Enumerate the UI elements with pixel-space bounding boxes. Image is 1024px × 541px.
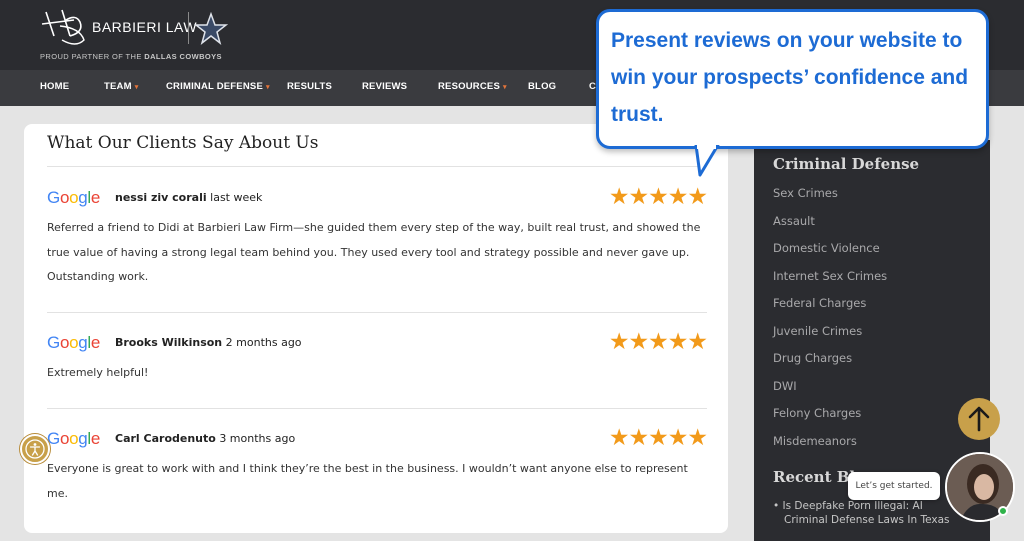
google-logo-icon: Google bbox=[47, 333, 100, 353]
star-rating-icon: ★★★★★ bbox=[608, 329, 708, 355]
nav-resources-label: RESOURCES bbox=[438, 81, 500, 92]
online-status-icon bbox=[998, 506, 1008, 516]
reviews-title: What Our Clients Say About Us bbox=[47, 133, 319, 153]
divider bbox=[47, 166, 707, 167]
recent-post-link-continued[interactable]: Criminal Defense Laws In Texas bbox=[784, 513, 949, 527]
google-letter: o bbox=[59, 188, 70, 207]
reviewer-meta: nessi ziv corali last week bbox=[115, 191, 262, 204]
chevron-down-icon: ▾ bbox=[134, 84, 139, 91]
divider bbox=[47, 408, 707, 409]
google-letter: e bbox=[90, 188, 101, 207]
sidebar-item-federal-charges[interactable]: Federal Charges bbox=[773, 296, 866, 310]
reviews-card: What Our Clients Say About Us Google nes… bbox=[24, 124, 728, 533]
accessibility-button[interactable] bbox=[20, 434, 50, 464]
arrow-up-icon bbox=[968, 406, 990, 432]
google-logo-icon: Google bbox=[47, 429, 100, 449]
google-letter: o bbox=[69, 333, 79, 352]
callout-box: Present reviews on your website to win y… bbox=[596, 9, 989, 149]
cowboys-star-icon bbox=[194, 12, 228, 45]
nav-home[interactable]: HOME bbox=[40, 81, 69, 92]
review-time: 3 months ago bbox=[219, 432, 296, 445]
recent-post-link[interactable]: • Is Deepfake Porn Illegal: AI bbox=[773, 499, 923, 513]
sidebar-item-internet-sex-crimes[interactable]: Internet Sex Crimes bbox=[773, 269, 887, 283]
monogram-logo-icon bbox=[41, 9, 85, 45]
partner-text-strong: DALLAS COWBOYS bbox=[144, 52, 222, 61]
reviewer-meta: Carl Carodenuto 3 months ago bbox=[115, 432, 295, 445]
partner-text-prefix: PROUD PARTNER OF THE bbox=[40, 52, 145, 61]
sidebar-item-drug-charges[interactable]: Drug Charges bbox=[773, 351, 852, 365]
nav-criminal-defense[interactable]: CRIMINAL DEFENSE ▾ bbox=[166, 81, 270, 92]
nav-criminal-defense-label: CRIMINAL DEFENSE bbox=[166, 81, 263, 92]
star-rating-icon: ★★★★★ bbox=[608, 184, 708, 210]
google-letter: e bbox=[90, 429, 101, 448]
reviewer-name: Brooks Wilkinson bbox=[115, 336, 223, 349]
nav-contact[interactable]: C bbox=[589, 81, 596, 92]
review-time: 2 months ago bbox=[225, 336, 302, 349]
nav-blog[interactable]: BLOG bbox=[528, 81, 556, 92]
sidebar-item-dwi[interactable]: DWI bbox=[773, 379, 797, 393]
star-rating-icon: ★★★★★ bbox=[608, 425, 708, 451]
brand-name: BARBIERI LAW bbox=[92, 19, 198, 35]
sidebar-item-juvenile-crimes[interactable]: Juvenile Crimes bbox=[773, 324, 862, 338]
review-time: last week bbox=[210, 191, 263, 204]
brand-logo[interactable]: BARBIERI LAW PROUD PARTNER OF THE DALLAS… bbox=[40, 6, 240, 64]
divider bbox=[47, 312, 707, 313]
sidebar-item-assault[interactable]: Assault bbox=[773, 214, 815, 228]
callout-text: Present reviews on your website to win y… bbox=[611, 29, 969, 126]
reviewer-name: nessi ziv corali bbox=[115, 191, 207, 204]
nav-team[interactable]: TEAM ▾ bbox=[104, 81, 138, 92]
sidebar-item-felony-charges[interactable]: Felony Charges bbox=[773, 406, 861, 420]
google-letter: o bbox=[59, 333, 70, 352]
sidebar-item-sex-crimes[interactable]: Sex Crimes bbox=[773, 186, 838, 200]
sidebar-heading: Criminal Defense bbox=[773, 155, 920, 173]
google-logo-icon: Google bbox=[47, 188, 100, 208]
google-letter: o bbox=[59, 429, 70, 448]
sidebar-item-misdemeanors[interactable]: Misdemeanors bbox=[773, 434, 857, 448]
google-letter: G bbox=[47, 333, 60, 352]
logo-divider bbox=[188, 12, 189, 44]
review-text: Extremely helpful! bbox=[47, 366, 149, 379]
accessibility-icon bbox=[25, 439, 45, 459]
nav-team-label: TEAM bbox=[104, 81, 132, 92]
review-text: Everyone is great to work with and I thi… bbox=[47, 462, 688, 500]
nav-results[interactable]: RESULTS bbox=[287, 81, 332, 92]
nav-resources[interactable]: RESOURCES ▾ bbox=[438, 81, 507, 92]
chevron-down-icon: ▾ bbox=[265, 84, 270, 91]
chevron-down-icon: ▾ bbox=[502, 84, 507, 91]
nav-reviews[interactable]: REVIEWS bbox=[362, 81, 407, 92]
google-letter: e bbox=[90, 333, 101, 352]
google-letter: o bbox=[69, 188, 79, 207]
google-letter: o bbox=[69, 429, 79, 448]
reviewer-meta: Brooks Wilkinson 2 months ago bbox=[115, 336, 302, 349]
reviewer-name: Carl Carodenuto bbox=[115, 432, 216, 445]
review-text: Referred a friend to Didi at Barbieri La… bbox=[47, 221, 701, 283]
chat-prompt-bubble[interactable]: Let’s get started. bbox=[848, 472, 940, 500]
callout-pointer-icon bbox=[694, 145, 720, 177]
sidebar-item-domestic-violence[interactable]: Domestic Violence bbox=[773, 241, 880, 255]
partner-tagline: PROUD PARTNER OF THE DALLAS COWBOYS bbox=[40, 52, 222, 61]
scroll-to-top-button[interactable] bbox=[958, 398, 1000, 440]
google-letter: G bbox=[47, 188, 60, 207]
